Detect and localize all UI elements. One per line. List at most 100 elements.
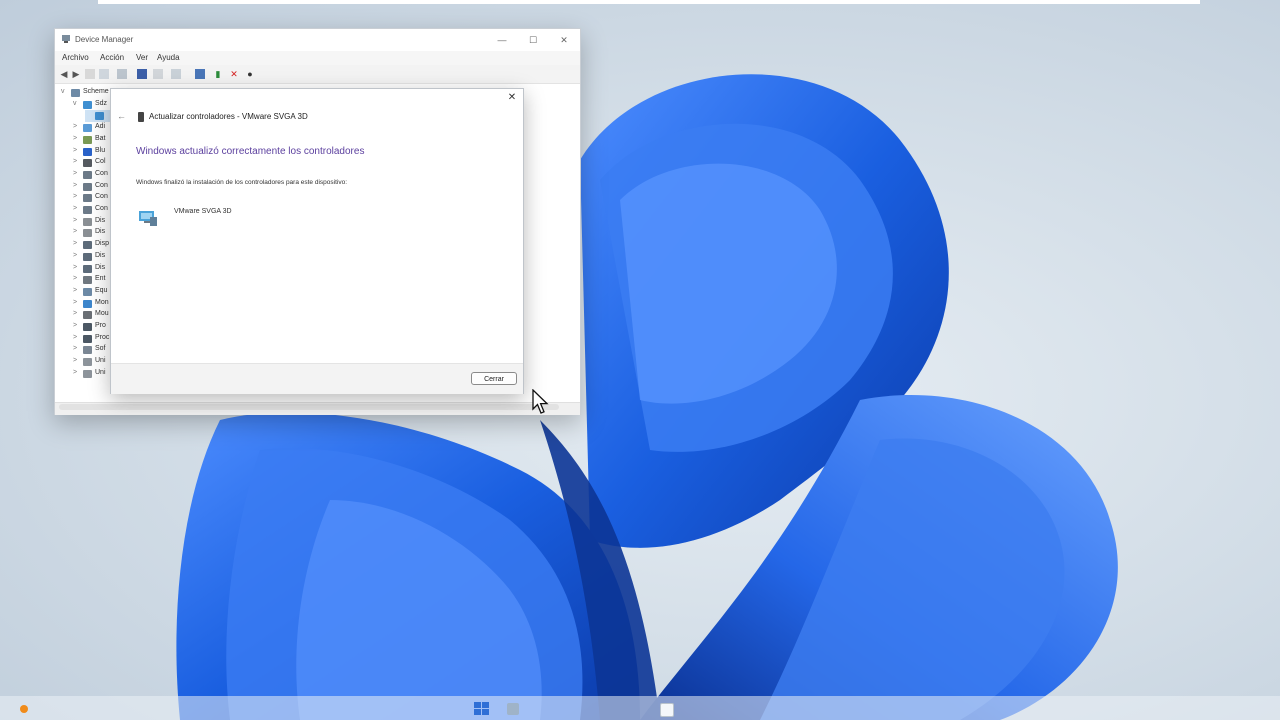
chevron-right-icon[interactable]: > (73, 205, 77, 212)
device-tree-label: Equ (95, 286, 108, 294)
chevron-right-icon[interactable]: > (73, 123, 77, 130)
device-tree-label: Pro (95, 322, 106, 329)
camera-icon (83, 159, 92, 168)
back-arrow-icon[interactable]: ◀ (59, 69, 69, 79)
device-tree-label: Mou (95, 310, 109, 318)
device-manager-icon (62, 35, 70, 43)
monitor-icon (83, 299, 92, 308)
chevron-right-icon[interactable]: > (73, 182, 77, 189)
dialog-footer (111, 363, 523, 394)
device-tree-label: Dis (95, 216, 106, 224)
taskbar-app-icon[interactable] (660, 703, 674, 717)
display-adapter-icon (83, 100, 92, 109)
success-heading: Windows actualizó correctamente los cont… (136, 146, 365, 157)
device-tree-label: Dis (95, 228, 106, 236)
chevron-down-icon[interactable]: v (61, 88, 65, 95)
device-icon (83, 252, 92, 261)
device-manager-titlebar[interactable]: Device Manager — ☐ ✕ (55, 29, 580, 51)
controller-icon (83, 170, 92, 179)
update-driver-dialog: ✕ ← Actualizar controladores - VMware SV… (110, 88, 524, 394)
start-icon[interactable] (474, 702, 490, 716)
chevron-right-icon[interactable]: > (73, 170, 77, 177)
menu-ver[interactable]: Ver (136, 53, 148, 62)
menu-accion[interactable]: Acción (100, 53, 124, 62)
drive-icon (83, 369, 92, 378)
device-tree-label: Con (95, 193, 108, 201)
list-view-icon[interactable] (99, 69, 109, 79)
controller-icon (83, 206, 92, 214)
input-icon (83, 276, 92, 285)
disable-device-icon[interactable]: ● (245, 69, 255, 79)
link-icon[interactable] (171, 69, 181, 79)
chevron-right-icon[interactable]: > (73, 345, 77, 352)
device-tree-label: Bat (95, 134, 106, 142)
update-driver-icon[interactable] (137, 69, 147, 79)
horizontal-scrollbar[interactable] (59, 404, 559, 410)
software-icon (83, 346, 92, 355)
chevron-right-icon[interactable]: > (73, 135, 77, 142)
chevron-right-icon[interactable]: > (73, 147, 77, 154)
device-tree-label: Con (95, 169, 108, 177)
display-adapter-icon (95, 112, 104, 121)
cerrar-button[interactable]: Cerrar (471, 372, 517, 385)
chevron-right-icon[interactable]: > (73, 287, 77, 294)
chevron-right-icon[interactable]: > (73, 310, 77, 317)
audio-icon (83, 124, 92, 133)
enable-device-icon[interactable]: ▮ (213, 69, 223, 79)
device-tree-label: Ent (95, 275, 106, 283)
chevron-right-icon[interactable]: > (73, 357, 77, 364)
chevron-right-icon[interactable]: > (73, 252, 77, 259)
chevron-right-icon[interactable]: > (73, 322, 77, 329)
dialog-header-title: Actualizar controladores - VMware SVGA 3… (149, 112, 308, 121)
chevron-down-icon[interactable]: v (73, 100, 77, 107)
chevron-right-icon[interactable]: > (73, 369, 77, 376)
back-button[interactable]: ← (117, 111, 126, 121)
device-tree-label: Con (95, 181, 108, 189)
properties-icon[interactable] (85, 69, 95, 79)
display-adapter-icon (139, 211, 157, 226)
device-manager-title: Device Manager (75, 35, 134, 44)
device-tree-label: Uni (95, 357, 106, 365)
chevron-right-icon[interactable]: > (73, 158, 77, 165)
device-tree-label: Dis (95, 251, 106, 259)
chevron-right-icon[interactable]: > (73, 334, 77, 341)
battery-icon (83, 135, 92, 144)
taskbar (0, 696, 1280, 720)
device-properties-icon[interactable] (153, 69, 163, 79)
menu-archivo[interactable]: Archivo (62, 53, 89, 62)
dialog-close-button[interactable]: ✕ (505, 91, 519, 105)
device-tree-label: Adi (95, 123, 106, 131)
menu-ayuda[interactable]: Ayuda (157, 53, 180, 62)
computer-icon (71, 89, 80, 97)
chevron-right-icon[interactable]: > (73, 299, 77, 306)
chevron-right-icon[interactable]: > (73, 264, 77, 271)
device-icon (83, 264, 92, 273)
controller-icon (83, 182, 92, 191)
chevron-right-icon[interactable]: > (73, 217, 77, 224)
device-name: VMware SVGA 3D (174, 208, 232, 215)
minimize-button[interactable]: — (487, 31, 517, 49)
device-tree-label: Uni (95, 368, 106, 376)
forward-arrow-icon[interactable]: ▶ (71, 69, 81, 79)
toolbar: ◀ ▶ ▮ ✕ ● (55, 65, 580, 84)
mouse-cursor (532, 389, 549, 414)
close-button[interactable]: ✕ (549, 31, 579, 49)
uninstall-device-icon[interactable]: ✕ (229, 69, 239, 79)
top-strip (98, 0, 1200, 4)
scan-hardware-icon[interactable] (195, 69, 205, 79)
chevron-right-icon[interactable]: > (73, 228, 77, 235)
device-tree-label: Mon (95, 298, 109, 306)
tray-notification-icon[interactable] (20, 705, 28, 713)
success-description: Windows finalizó la instalación de los c… (136, 179, 347, 186)
maximize-button[interactable]: ☐ (518, 31, 548, 49)
chevron-right-icon[interactable]: > (73, 240, 77, 247)
device-tree-label: Sof (95, 345, 106, 353)
device-tree-label: Sdz (95, 99, 108, 107)
taskbar-search-icon[interactable] (507, 703, 519, 715)
device-tree-label: Dis (95, 263, 106, 271)
device-tree-label: Col (95, 158, 106, 166)
processor-icon (83, 323, 92, 331)
help-icon[interactable] (117, 69, 127, 79)
chevron-right-icon[interactable]: > (73, 275, 77, 282)
chevron-right-icon[interactable]: > (73, 193, 77, 200)
